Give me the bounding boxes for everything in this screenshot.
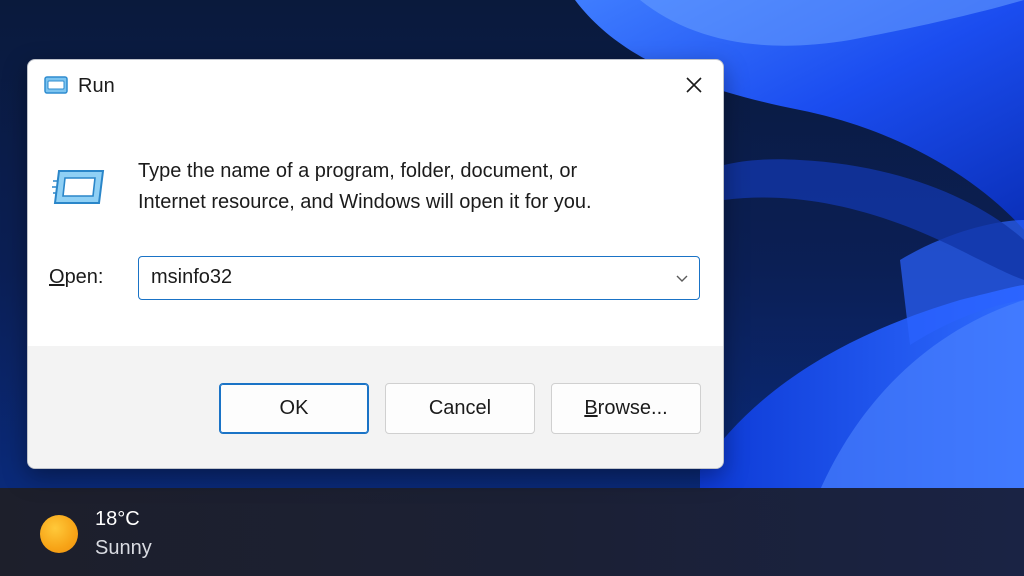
description-line-1: Type the name of a program, folder, docu… bbox=[138, 160, 578, 182]
ok-button[interactable]: OK bbox=[219, 383, 369, 434]
sun-icon[interactable] bbox=[40, 515, 78, 553]
window-title: Run bbox=[78, 75, 115, 97]
open-combobox[interactable]: msinfo32 bbox=[138, 256, 700, 300]
cancel-button[interactable]: Cancel bbox=[385, 383, 535, 434]
dialog-description: Type the name of a program, folder, docu… bbox=[138, 156, 698, 218]
description-line-2: Internet resource, and Windows will open… bbox=[138, 191, 592, 213]
open-label-accelerator: O bbox=[49, 266, 65, 288]
open-label: Open: bbox=[49, 266, 104, 289]
weather-description[interactable]: Sunny bbox=[95, 537, 152, 560]
open-label-text: pen: bbox=[64, 266, 104, 288]
title-bar[interactable]: Run bbox=[28, 60, 723, 112]
chevron-down-icon[interactable] bbox=[675, 271, 689, 285]
close-icon bbox=[686, 77, 702, 93]
run-program-icon bbox=[52, 170, 105, 204]
taskbar bbox=[0, 488, 1024, 576]
browse-accelerator: B bbox=[584, 397, 598, 419]
run-dialog: Run Type the name of a program, folder, … bbox=[27, 59, 724, 469]
open-input[interactable]: msinfo32 bbox=[151, 266, 232, 289]
weather-temperature[interactable]: 18°C bbox=[95, 508, 140, 531]
run-icon bbox=[44, 76, 68, 94]
browse-label: rowse... bbox=[597, 397, 668, 419]
browse-button[interactable]: Browse... bbox=[551, 383, 701, 434]
close-button[interactable] bbox=[665, 60, 723, 110]
